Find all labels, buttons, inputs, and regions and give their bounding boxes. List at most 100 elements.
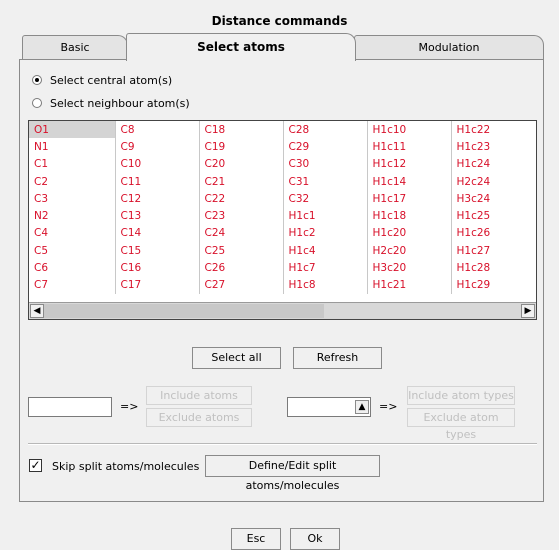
tab-select-atoms[interactable]: Select atoms <box>126 33 356 61</box>
atom-cell[interactable]: O1 <box>29 121 116 139</box>
atom-cell[interactable]: H1c29 <box>451 277 536 294</box>
atom-cell[interactable]: H1c28 <box>451 259 536 276</box>
atom-cell[interactable]: C11 <box>115 172 200 191</box>
atom-cell[interactable]: C12 <box>115 190 200 208</box>
atom-cell[interactable]: H1c17 <box>367 190 452 208</box>
atom-cell[interactable]: H1c11 <box>367 138 452 156</box>
atom-cell[interactable]: H1c7 <box>283 259 368 277</box>
define-split-button[interactable]: Define/Edit split atoms/molecules <box>205 455 380 492</box>
atom-cell[interactable]: H1c8 <box>283 276 368 294</box>
atom-cell[interactable]: H1c18 <box>367 207 452 225</box>
radio-neighbour-label: Select neighbour atom(s) <box>50 96 190 110</box>
atom-cell[interactable]: H2c20 <box>367 242 452 260</box>
tab-basic[interactable]: Basic <box>22 35 128 59</box>
atom-cell[interactable]: H1c22 <box>451 121 536 138</box>
ok-button[interactable]: Ok <box>290 528 340 550</box>
atom-grid-row: C4 C14 C24 H1c2 H1c20 H1c26 <box>29 224 536 243</box>
atom-cell[interactable]: C32 <box>283 190 368 208</box>
include-atom-types-button[interactable]: Include atom types <box>407 386 515 405</box>
atom-cell[interactable]: C23 <box>199 207 284 225</box>
atom-grid-row: C1 C10 C20 C30 H1c12 H1c24 <box>29 155 536 173</box>
atom-grid-row: C7 C17 C27 H1c8 H1c21 H1c29 <box>29 276 536 294</box>
radio-neighbour-atoms[interactable]: Select neighbour atom(s) <box>32 95 190 111</box>
atom-cell[interactable]: C19 <box>199 138 284 156</box>
scrollbar-thumb[interactable] <box>44 304 324 318</box>
atom-cell[interactable]: C30 <box>283 155 368 173</box>
atom-grid-row: C3 C12 C22 C32 H1c17 H3c24 <box>29 190 536 208</box>
atom-cell[interactable]: C26 <box>199 259 284 277</box>
atom-cell[interactable]: H3c20 <box>367 259 452 277</box>
atom-cell[interactable]: C1 <box>29 155 116 173</box>
atom-cell[interactable]: H1c21 <box>367 276 452 294</box>
atom-table: O1 C8 C18 C28 H1c10 H1c22 N1 C9 C19 C29 H1c11 H1c23… <box>29 121 536 294</box>
atom-cell[interactable]: H1c10 <box>367 121 452 139</box>
atom-cell[interactable]: N1 <box>29 138 116 156</box>
scroll-right-icon[interactable]: ▶ <box>521 304 535 318</box>
tab-modulation[interactable]: Modulation <box>354 35 544 59</box>
skip-split-checkbox[interactable]: ✓ <box>29 459 42 472</box>
atom-cell[interactable]: H1c25 <box>451 207 536 224</box>
horizontal-scrollbar[interactable]: ◀ ▶ <box>29 302 536 319</box>
atom-cell[interactable]: H1c27 <box>451 242 536 259</box>
atom-cell[interactable]: C13 <box>115 207 200 225</box>
atom-cell[interactable]: C18 <box>199 121 284 139</box>
select-atoms-panel: Select central atom(s) Select neighbour … <box>19 59 544 502</box>
atom-grid-row: N1 C9 C19 C29 H1c11 H1c23 <box>29 138 536 156</box>
atom-cell[interactable]: C20 <box>199 155 284 173</box>
atom-cell[interactable]: C24 <box>199 224 284 243</box>
radio-central-label: Select central atom(s) <box>50 73 173 87</box>
atom-grid-row: N2 C13 C23 H1c1 H1c18 H1c25 <box>29 207 536 225</box>
atom-cell[interactable]: C29 <box>283 138 368 156</box>
atom-input[interactable] <box>28 397 112 417</box>
atom-cell[interactable]: C27 <box>199 276 284 294</box>
atom-cell[interactable]: H2c24 <box>451 173 536 190</box>
radio-central-indicator[interactable] <box>32 75 42 85</box>
atom-cell[interactable]: H1c1 <box>283 207 368 225</box>
atom-cell[interactable]: C31 <box>283 172 368 191</box>
atom-cell[interactable]: H1c23 <box>451 138 536 155</box>
atom-cell[interactable]: C6 <box>29 259 116 277</box>
atom-cell[interactable]: H1c20 <box>367 224 452 243</box>
esc-button[interactable]: Esc <box>231 528 281 550</box>
atom-grid-row: C5 C15 C25 H1c4 H2c20 H1c27 <box>29 242 536 260</box>
atom-cell[interactable]: H1c14 <box>367 172 452 191</box>
separator <box>28 443 537 445</box>
exclude-atoms-button[interactable]: Exclude atoms <box>146 408 252 427</box>
atom-cell[interactable]: C7 <box>29 276 116 294</box>
atom-cell[interactable]: N2 <box>29 207 116 225</box>
atom-cell[interactable]: C4 <box>29 224 116 243</box>
atom-cell[interactable]: C14 <box>115 224 200 243</box>
atom-cell[interactable]: C5 <box>29 242 116 260</box>
atom-cell[interactable]: H1c26 <box>451 225 536 242</box>
atom-cell[interactable]: C17 <box>115 276 200 294</box>
atom-cell[interactable]: H1c4 <box>283 242 368 260</box>
atom-cell[interactable]: H1c24 <box>451 156 536 173</box>
atom-cell[interactable]: C15 <box>115 242 200 260</box>
atom-cell[interactable]: C28 <box>283 121 368 139</box>
atom-cell[interactable]: C21 <box>199 172 284 191</box>
select-all-button[interactable]: Select all <box>192 347 281 369</box>
atom-cell[interactable]: C16 <box>115 259 200 277</box>
atom-cell[interactable]: H3c24 <box>451 190 536 207</box>
radio-central-atoms[interactable]: Select central atom(s) <box>32 72 172 88</box>
type-include-exclude-arrow: => <box>379 400 398 413</box>
atom-cell[interactable]: C22 <box>199 190 284 208</box>
combo-arrow-icon[interactable]: ▲ <box>355 400 369 414</box>
atom-cell[interactable]: C9 <box>115 138 200 156</box>
atom-cell[interactable]: H1c12 <box>367 155 452 173</box>
radio-neighbour-indicator[interactable] <box>32 98 42 108</box>
scroll-left-icon[interactable]: ◀ <box>30 304 44 318</box>
atom-cell[interactable]: C2 <box>29 172 116 191</box>
refresh-button[interactable]: Refresh <box>293 347 382 369</box>
include-exclude-arrow: => <box>120 400 139 413</box>
exclude-atom-types-button[interactable]: Exclude atom types <box>407 408 515 441</box>
atom-cell[interactable]: C8 <box>115 121 200 139</box>
include-atoms-button[interactable]: Include atoms <box>146 386 252 405</box>
dialog-title: Distance commands <box>211 14 348 28</box>
atom-cell[interactable]: C25 <box>199 242 284 260</box>
atom-cell[interactable]: C3 <box>29 190 116 208</box>
atom-cell[interactable]: C10 <box>115 155 200 173</box>
atom-grid[interactable]: O1 C8 C18 C28 H1c10 H1c22 N1 C9 C19 C29 H1c11 H1c23… <box>28 120 537 320</box>
atom-grid-row: O1 C8 C18 C28 H1c10 H1c22 <box>29 121 536 139</box>
atom-cell[interactable]: H1c2 <box>283 224 368 243</box>
